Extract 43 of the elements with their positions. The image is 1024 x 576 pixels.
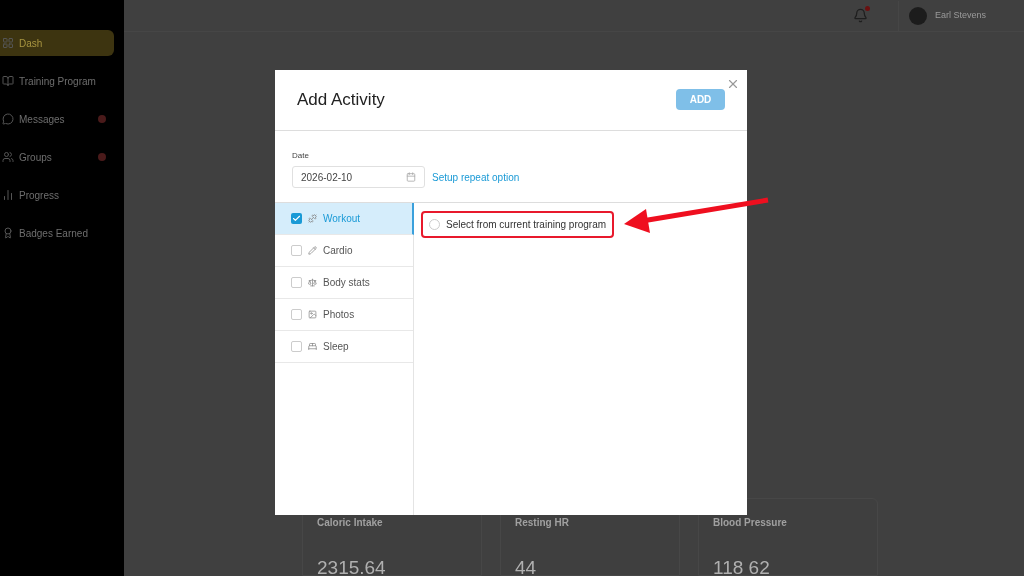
sidebar-item[interactable]: Training Program bbox=[0, 68, 114, 94]
sidebar-item[interactable]: Progress bbox=[0, 182, 114, 208]
category-item[interactable]: Sleep bbox=[275, 331, 413, 363]
category-icon bbox=[308, 246, 317, 255]
date-label: Date bbox=[292, 150, 310, 162]
category-item[interactable]: Photos bbox=[275, 299, 413, 331]
nav-icon bbox=[2, 189, 14, 201]
checkbox[interactable] bbox=[291, 309, 302, 320]
checkbox[interactable] bbox=[291, 245, 302, 256]
category-icon bbox=[308, 310, 317, 319]
sidebar-item[interactable]: Badges Earned bbox=[0, 220, 114, 246]
bell-icon[interactable] bbox=[853, 8, 868, 23]
card-title: Resting HR bbox=[515, 516, 570, 530]
program-option[interactable]: Select from current training program bbox=[421, 211, 615, 238]
sidebar-item[interactable]: Groups bbox=[0, 144, 114, 170]
close-icon[interactable] bbox=[726, 77, 740, 91]
sidebar-item[interactable]: Dash bbox=[0, 30, 114, 56]
user-menu[interactable]: Earl Stevens bbox=[898, 0, 1024, 31]
category-item[interactable]: Cardio bbox=[275, 235, 413, 267]
repeat-link[interactable]: Setup repeat option bbox=[432, 169, 520, 185]
card-title: Caloric Intake bbox=[317, 516, 384, 530]
date-field[interactable]: 2026-02-10 bbox=[292, 166, 425, 188]
card-title: Blood Pressure bbox=[713, 516, 788, 530]
checkbox[interactable] bbox=[291, 213, 302, 224]
sidebar-item[interactable]: Messages bbox=[0, 106, 114, 132]
nav-icon bbox=[2, 37, 14, 49]
nav-icon bbox=[2, 227, 14, 239]
dialog-title: Add Activity bbox=[297, 89, 385, 112]
card-value: 2315.64 bbox=[317, 556, 387, 576]
avatar bbox=[909, 6, 927, 25]
nav-icon bbox=[2, 151, 14, 163]
calendar-icon bbox=[406, 172, 416, 182]
nav-icon bbox=[2, 113, 14, 125]
category-icon bbox=[308, 342, 317, 351]
card-value: 118 62 bbox=[713, 556, 771, 576]
checkbox[interactable] bbox=[291, 277, 302, 288]
card-value: 44 bbox=[515, 556, 538, 576]
category-icon bbox=[308, 278, 317, 287]
nav-icon bbox=[2, 75, 14, 87]
category-item[interactable]: Body stats bbox=[275, 267, 413, 299]
category-item[interactable]: Workout bbox=[275, 203, 414, 235]
category-icon bbox=[308, 214, 317, 223]
checkbox[interactable] bbox=[291, 341, 302, 352]
